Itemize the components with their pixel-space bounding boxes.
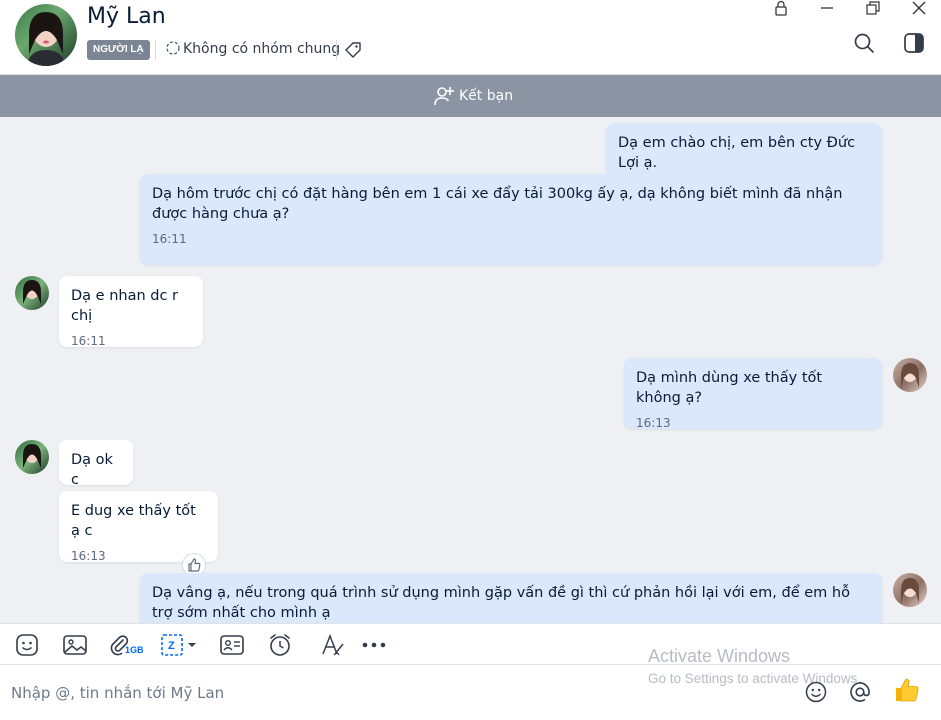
message-time: 16:13 [636,416,671,430]
file-size-label: 1GB [125,645,144,655]
emoji-icon[interactable] [804,680,828,704]
minimize-icon[interactable] [817,0,837,16]
divider [336,40,337,60]
contact-card-icon[interactable] [219,632,245,658]
lock-icon[interactable] [771,0,791,16]
contact-avatar[interactable] [15,4,77,66]
mutual-group-icon [166,41,180,55]
message-text: Dạ vâng ạ, nếu trong quá trình sử dụng m… [152,585,850,621]
quick-like-icon[interactable] [893,676,921,704]
composer-toolbar: 1GB Z [0,623,941,665]
message-text: Dạ ok c [71,452,113,488]
mention-icon[interactable] [848,680,872,704]
message-bubble-incoming[interactable]: Dạ ok c [59,440,133,488]
sender-avatar[interactable] [15,276,49,310]
message-text: Dạ em chào chị, em bên cty Đức Lợi ạ. [618,135,856,171]
message-text: Dạ hôm trước chị có đặt hàng bên em 1 cá… [152,186,843,222]
text-format-icon[interactable] [320,632,346,658]
side-panel-icon[interactable] [903,32,925,54]
stranger-badge: NGƯỜI LẠ [87,40,150,60]
message-bubble-outgoing[interactable]: Dạ vâng ạ, nếu trong quá trình sử dụng m… [140,573,882,623]
message-time: 16:11 [71,334,106,348]
add-friend-label: Kết bạn [459,88,514,104]
activate-windows-subtitle: Go to Settings to activate Windows. [648,671,862,686]
add-friend-icon [434,87,454,106]
message-text: Dạ mình dùng xe thấy tốt không ạ? [636,370,823,406]
sticker-icon[interactable] [14,632,40,658]
close-icon[interactable] [909,0,929,16]
reminder-icon[interactable] [267,632,293,658]
more-icon[interactable] [360,632,390,658]
svg-text:Z: Z [168,640,175,652]
contact-name[interactable]: Mỹ Lan [87,4,166,29]
message-bubble-incoming[interactable]: E dug xe thấy tốt ạ c 16:13 [59,491,218,563]
message-bubble-outgoing[interactable]: Dạ mình dùng xe thấy tốt không ạ? 16:13 [624,358,882,430]
message-text: E dug xe thấy tốt ạ c [71,503,196,539]
my-avatar[interactable] [893,358,927,392]
sender-avatar[interactable] [15,440,49,474]
chat-header: Mỹ Lan NGƯỜI LẠ Không có nhóm chung [0,0,941,75]
message-list[interactable]: Dạ em chào chị, em bên cty Đức Lợi ạ. Dạ… [0,117,941,623]
message-bubble-incoming[interactable]: Dạ e nhan dc r chị 16:11 [59,276,203,348]
tag-icon[interactable] [343,40,363,60]
message-bubble-outgoing[interactable]: Dạ hôm trước chị có đặt hàng bên em 1 cá… [140,174,882,265]
image-icon[interactable] [62,632,88,658]
divider [155,40,156,60]
screenshot-icon[interactable]: Z [160,632,200,658]
activate-windows-title: Activate Windows [648,646,791,666]
mutual-groups-label[interactable]: Không có nhóm chung [183,41,340,57]
restore-icon[interactable] [863,0,883,16]
add-friend-bar[interactable]: Kết bạn [0,75,941,117]
my-avatar[interactable] [893,573,927,607]
message-time: 16:11 [152,232,187,246]
message-text: Dạ e nhan dc r chị [71,288,179,324]
search-icon[interactable] [853,32,875,54]
